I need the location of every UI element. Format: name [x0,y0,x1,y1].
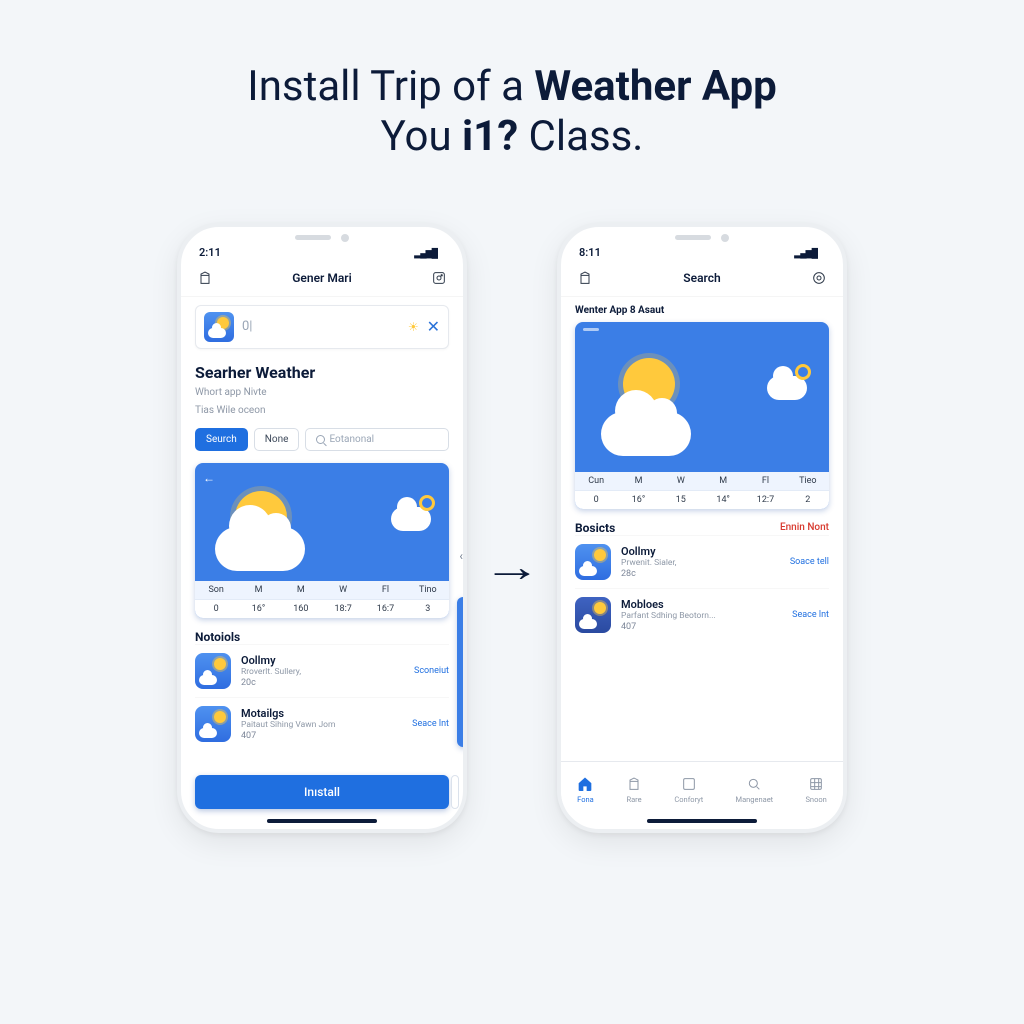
search-bar[interactable]: 0| ☀ ✕ [195,305,449,349]
nav-bar: Search [561,261,843,297]
page-headline: Install Trip of a Weather App You i1? Cl… [0,0,1024,163]
pill-search[interactable]: Seurch [195,428,248,451]
tab-comfort[interactable]: Conforyt [674,776,703,804]
forecast-values: 0 16° 15 14° 12:7 2 [575,490,829,509]
forecast-values: 0 16° 160 18:7 16:7 3 [195,599,449,618]
sun-icon: ☀ [408,320,419,334]
app-icon [195,653,231,689]
nav-left-icon[interactable] [575,268,595,288]
item-action[interactable]: Soace tell [790,557,829,567]
item-action[interactable]: Seace lnt [792,610,829,620]
app-icon [575,597,611,633]
tab-management[interactable]: Mangenaet [736,776,774,804]
forecast-days: Cun M W M Fl Tieo [575,472,829,490]
phone-notch [262,227,382,249]
forecast-card[interactable]: ← Son M M W Fl Tino 0 16° 160 1 [195,463,449,618]
signal-icon: ▂▄▆█ [414,248,437,259]
item-action[interactable]: Seace lnt [412,719,449,729]
list-item[interactable]: Mobloes Parfant Sdhing Beotorn... 407 Se… [575,588,829,641]
forecast-days: Son M M W Fl Tino [195,581,449,599]
list-header-link[interactable]: Ennin Nont [780,522,829,533]
search-cursor: 0| [242,319,252,334]
nav-bar: Gener Mari [181,261,463,297]
phone-notch [642,227,762,249]
section-title: Searher Weather [195,363,449,382]
pill-none[interactable]: None [254,428,300,451]
back-arrow-icon[interactable]: ← [203,471,215,485]
nav-left-icon[interactable] [195,268,215,288]
home-indicator[interactable] [647,819,757,823]
close-icon[interactable]: ✕ [427,317,440,336]
cloud-illustration [601,412,691,456]
list-item[interactable]: Oollmy Rroverlt. Sullery, 20c Sconeiut [195,644,449,697]
home-indicator[interactable] [267,819,377,823]
list-item[interactable]: Oollmy Prwenit. Sialer, 28c Soace tell [575,535,829,588]
app-icon [204,312,234,342]
nav-title: Search [683,271,720,285]
nav-title: Gener Mari [292,271,351,285]
section-subtitle: Wenter App 8 Asaut [575,305,829,316]
tab-bar: Fona Rare Conforyt Mangenaet Snoon [561,761,843,815]
carousel-arrow-icon: ‹ [459,549,463,563]
mini-search[interactable]: Eotanonal [305,428,449,451]
phone-right: 8:11 ▂▄▆█ Search Wenter App 8 Asaut [557,223,847,833]
signal-icon: ▂▄▆█ [794,248,817,259]
list-header: Bosicts [575,521,615,535]
section-sub2: Tias Wile oceon [195,404,449,418]
install-side-button[interactable] [451,775,459,809]
install-button[interactable]: Inıstall [195,775,449,809]
phone-left: 2:11 ▂▄▆█ Gener Mari [177,223,467,833]
tab-rare[interactable]: Rare [626,776,642,804]
small-cloud-icon [767,376,807,400]
small-cloud-icon [391,507,431,531]
item-action[interactable]: Sconeiut [414,666,449,676]
status-time: 8:11 [579,246,601,259]
search-icon [316,435,325,444]
tab-home[interactable]: Fona [577,776,594,804]
list-header: Notoiols [195,630,240,644]
nav-right-icon[interactable] [429,268,449,288]
nav-right-icon[interactable] [809,268,829,288]
arrow-icon [491,543,533,592]
card-handle [583,328,599,331]
app-icon [575,544,611,580]
tab-grid[interactable]: Snoon [805,776,826,804]
forecast-card[interactable]: Cun M W M Fl Tieo 0 16° 15 14° 12:7 2 [575,322,829,509]
carousel-peek[interactable] [457,597,463,747]
status-time: 2:11 [199,246,221,259]
list-item[interactable]: Motailgs Paitaut Sihing Vawn Jom 407 Sea… [195,697,449,750]
cloud-illustration [215,527,305,571]
app-icon [195,706,231,742]
section-sub1: Whort app Nivte [195,386,449,400]
